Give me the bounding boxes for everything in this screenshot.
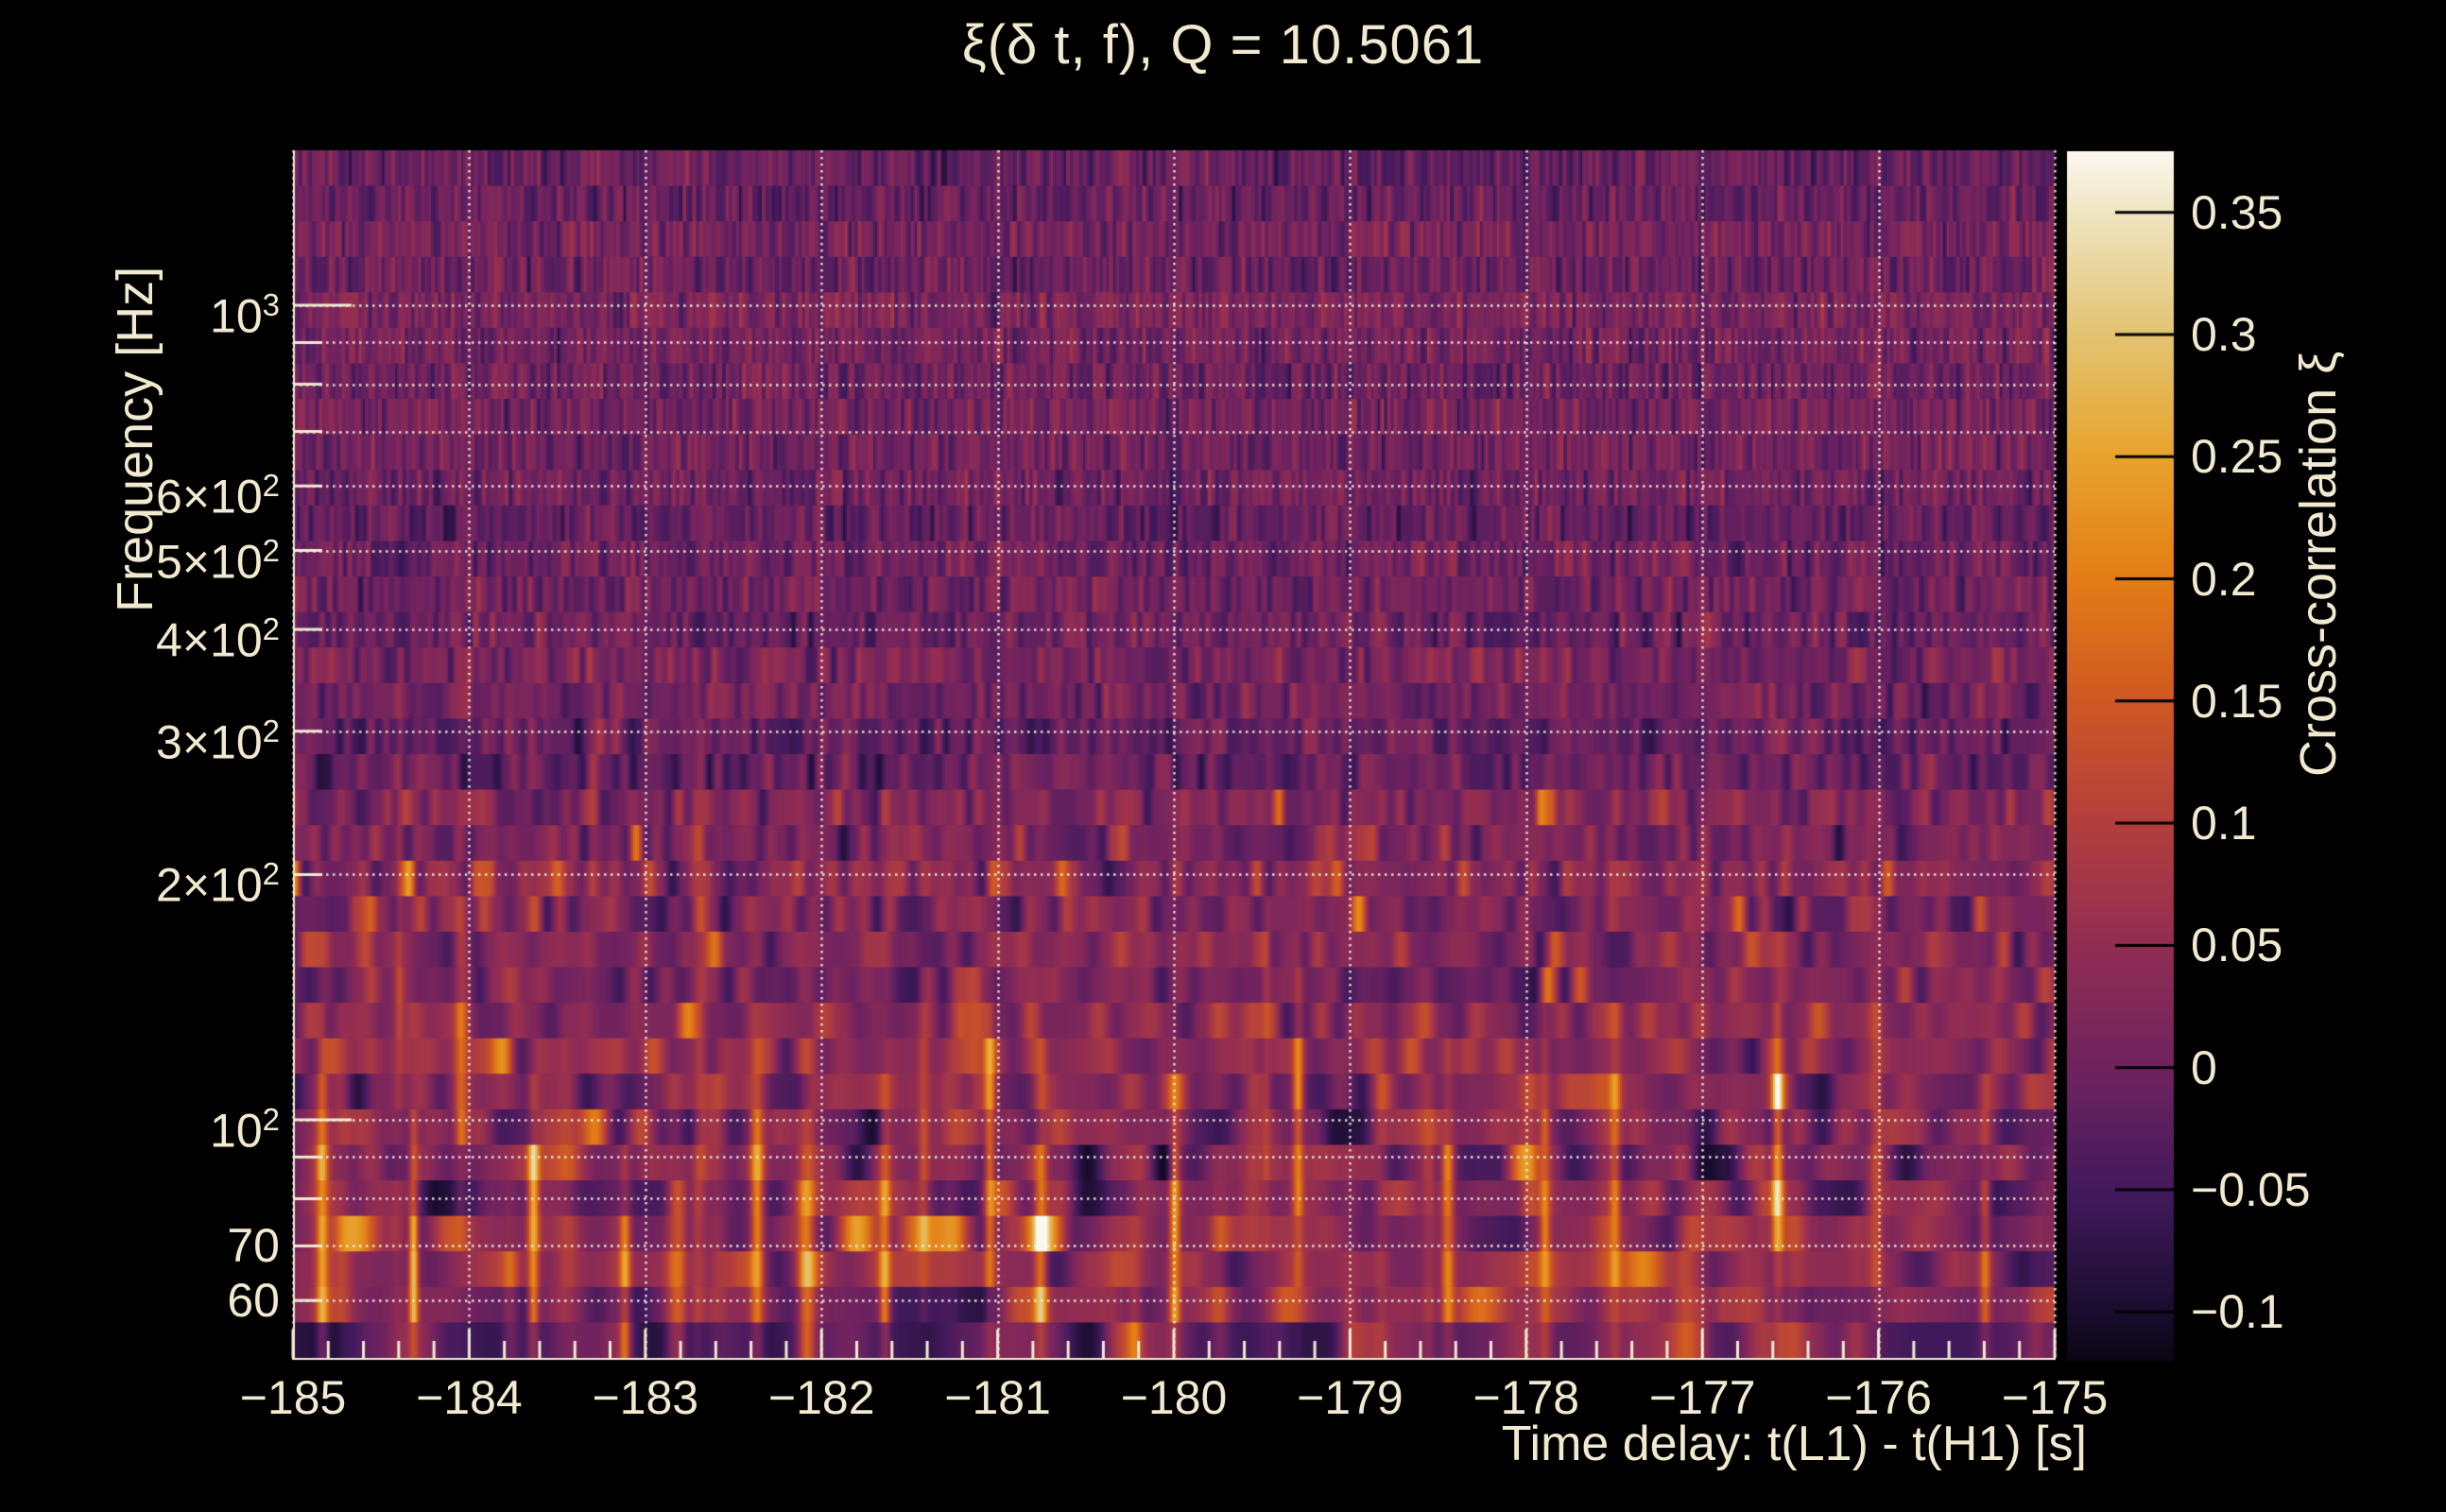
y-tick-label: 6×102 <box>0 456 280 526</box>
y-tick-base: 3×10 <box>156 715 263 769</box>
x-axis-label: Time delay: t(L1) - t(H1) [s] <box>1501 1417 2087 1471</box>
y-tick-base: 60 <box>227 1274 280 1327</box>
colorbar-label: Cross-correlation ξ <box>2290 351 2347 777</box>
y-tick-base: 6×10 <box>156 470 263 524</box>
y-tick-label: 102 <box>0 1091 280 1160</box>
y-tick-exponent: 2 <box>262 713 280 748</box>
y-tick-exponent: 2 <box>262 611 280 646</box>
y-tick-label: 70 <box>0 1216 280 1275</box>
y-tick-exponent: 2 <box>262 1102 280 1137</box>
y-tick-base: 5×10 <box>156 535 263 589</box>
y-tick-label: 60 <box>0 1271 280 1330</box>
colorbar-tick-label: −0.05 <box>2191 1163 2311 1216</box>
y-tick-exponent: 2 <box>262 533 280 568</box>
y-tick-base: 10 <box>210 289 263 343</box>
y-tick-label: 3×102 <box>0 702 280 772</box>
colorbar-tick-label: −0.1 <box>2191 1285 2284 1338</box>
y-tick-label: 4×102 <box>0 600 280 670</box>
y-tick-base: 2×10 <box>156 858 263 912</box>
x-tick-label: −185 <box>239 1371 347 1424</box>
x-tick-label: −175 <box>2001 1371 2109 1424</box>
y-tick-exponent: 2 <box>262 468 280 503</box>
colorbar-tick-label: 0.3 <box>2191 308 2257 361</box>
x-tick-label: −184 <box>416 1371 523 1424</box>
x-tick-label: −182 <box>767 1371 875 1424</box>
x-tick-label: −177 <box>1648 1371 1756 1424</box>
y-tick-label: 103 <box>0 276 280 346</box>
colorbar-tick-label: 0.1 <box>2191 797 2257 850</box>
colorbar-tick-label: 0.35 <box>2191 186 2283 239</box>
y-tick-base: 70 <box>227 1219 280 1272</box>
colorbar-tick-label: 0 <box>2191 1041 2217 1094</box>
y-tick-base: 10 <box>210 1104 263 1158</box>
x-tick-label: −179 <box>1297 1371 1404 1424</box>
x-tick-label: −176 <box>1825 1371 1932 1424</box>
x-tick-label: −181 <box>944 1371 1051 1424</box>
y-tick-label: 2×102 <box>0 845 280 915</box>
x-tick-label: −178 <box>1473 1371 1580 1424</box>
colorbar-tick-label: 0.15 <box>2191 675 2283 728</box>
x-tick-label: −180 <box>1120 1371 1228 1424</box>
y-tick-label: 5×102 <box>0 522 280 592</box>
colorbar-tick-label: 0.25 <box>2191 430 2283 483</box>
colorbar-tick-label: 0.05 <box>2191 919 2283 971</box>
heatmap-canvas <box>0 0 2446 1512</box>
y-tick-exponent: 3 <box>262 287 280 322</box>
y-tick-base: 4×10 <box>156 613 263 667</box>
colorbar-tick-label: 0.2 <box>2191 553 2257 606</box>
y-tick-exponent: 2 <box>262 856 280 891</box>
chart-title: ξ(δ t, f), Q = 10.5061 <box>961 14 1485 76</box>
x-tick-label: −183 <box>592 1371 699 1424</box>
qscan-page: { "title": "ξ(δ t, f), Q = 10.5061", "co… <box>0 0 2446 1512</box>
